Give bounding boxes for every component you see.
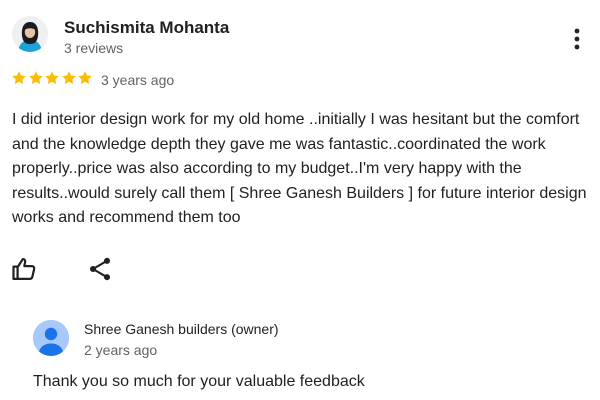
- share-button[interactable]: [86, 255, 114, 283]
- user-photo-avatar: [12, 16, 48, 52]
- owner-response-time: 2 years ago: [84, 342, 158, 358]
- star-icon: [78, 71, 92, 85]
- star-icon: [12, 71, 26, 85]
- star-icon: [45, 71, 59, 85]
- reviewer-review-count: 3 reviews: [64, 40, 124, 56]
- reviewer-avatar[interactable]: [12, 16, 48, 52]
- owner-response-text: Thank you so much for your valuable feed…: [33, 373, 365, 390]
- more-vertical-icon: [574, 28, 580, 50]
- star-rating: [11, 70, 94, 90]
- owner-name: Shree Ganesh builders (owner): [84, 321, 279, 337]
- like-button[interactable]: [10, 255, 38, 283]
- review-text: I did interior design work for my old ho…: [12, 111, 587, 226]
- person-avatar-icon: [33, 320, 69, 356]
- reviewer-name[interactable]: Suchismita Mohanta: [64, 18, 229, 38]
- star-icon: [61, 71, 76, 85]
- owner-avatar: [33, 320, 69, 356]
- review-time: 3 years ago: [101, 72, 175, 88]
- share-icon: [89, 257, 111, 281]
- thumbs-up-icon: [12, 257, 36, 281]
- star-icon: [28, 71, 43, 85]
- more-options-button[interactable]: [566, 26, 588, 52]
